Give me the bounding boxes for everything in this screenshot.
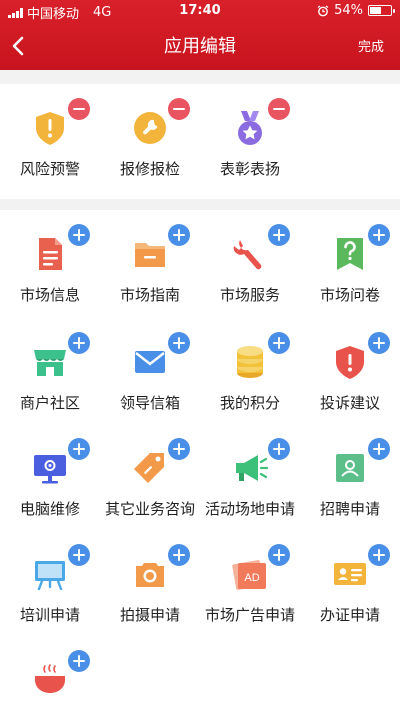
add-app-button[interactable]: [168, 332, 190, 354]
app-header: 中国移动 4G 17:40 54% 应用编辑 完成: [0, 0, 400, 70]
add-app-button[interactable]: [368, 224, 390, 246]
add-app-button[interactable]: [368, 438, 390, 460]
done-button[interactable]: 完成: [358, 36, 384, 55]
app-tile-market-guide[interactable]: 市场指南: [100, 210, 200, 310]
app-tile-leader-mailbox[interactable]: 领导信箱: [100, 318, 200, 418]
app-label: 其它业务咨询: [104, 500, 195, 518]
ad-icon: AD: [230, 554, 270, 594]
back-button[interactable]: [6, 28, 30, 64]
add-app-button[interactable]: [168, 438, 190, 460]
wrench-icon: [130, 108, 170, 148]
bowl-icon: [30, 660, 70, 700]
wrench-icon: [230, 234, 270, 274]
remove-app-button[interactable]: [68, 98, 90, 120]
page-title: 应用编辑: [164, 36, 236, 57]
medal-icon: [230, 108, 270, 148]
add-app-button[interactable]: [68, 438, 90, 460]
alert-shield-icon: [330, 342, 370, 382]
nav-bar: 应用编辑 完成: [0, 26, 400, 66]
add-app-button[interactable]: [168, 544, 190, 566]
chevron-left-icon: [12, 36, 24, 56]
svg-text:AD: AD: [244, 572, 259, 584]
app-label: 表彰表扬: [219, 160, 280, 178]
app-tile-market-service[interactable]: 市场服务: [200, 210, 300, 310]
mail-icon: [130, 342, 170, 382]
document-icon: [30, 234, 70, 274]
app-label: 我的积分: [219, 394, 280, 412]
alarm-icon: [317, 5, 329, 16]
added-apps-section: 风险预警 报修报检 表彰表扬: [0, 84, 400, 199]
app-tile-market-info[interactable]: 市场信息: [0, 210, 100, 310]
remove-app-button[interactable]: [268, 98, 290, 120]
app-tile-repair-report[interactable]: 报修报检: [100, 84, 200, 184]
battery-percent: 54%: [334, 3, 363, 18]
app-label: 培训申请: [19, 606, 80, 624]
app-tile-merchant-community[interactable]: 商户社区: [0, 318, 100, 418]
app-label: 报修报检: [119, 160, 180, 178]
add-app-button[interactable]: [68, 332, 90, 354]
add-app-button[interactable]: [268, 438, 290, 460]
add-app-button[interactable]: [368, 332, 390, 354]
status-bar: 中国移动 4G 17:40 54%: [0, 0, 400, 22]
app-tile-market-ad-apply[interactable]: AD 市场广告申请: [200, 530, 300, 630]
app-tile-computer-repair[interactable]: 电脑维修: [0, 424, 100, 524]
app-tile-training-apply[interactable]: 培训申请: [0, 530, 100, 630]
app-label: 活动场地申请: [204, 500, 295, 518]
app-label: 市场服务: [219, 286, 280, 304]
add-app-button[interactable]: [68, 224, 90, 246]
warning-shield-icon: [30, 108, 70, 148]
app-label: 办证申请: [319, 606, 380, 624]
app-tile-catering[interactable]: [0, 636, 100, 710]
app-label: 领导信箱: [119, 394, 180, 412]
app-tile-recruitment[interactable]: 招聘申请: [300, 424, 400, 524]
add-app-button[interactable]: [268, 544, 290, 566]
resume-icon: [330, 448, 370, 488]
app-tile-venue-apply[interactable]: 活动场地申请: [200, 424, 300, 524]
app-label: 投诉建议: [319, 394, 380, 412]
add-app-button[interactable]: [268, 332, 290, 354]
shop-icon: [30, 342, 70, 382]
battery-icon: [368, 5, 395, 16]
app-tile-my-points[interactable]: 我的积分: [200, 318, 300, 418]
app-tile-shooting-apply[interactable]: 拍摄申请: [100, 530, 200, 630]
megaphone-icon: [230, 448, 270, 488]
app-tile-market-survey[interactable]: 市场问卷: [300, 210, 400, 310]
camera-icon: [130, 554, 170, 594]
add-app-button[interactable]: [168, 224, 190, 246]
tag-icon: [130, 448, 170, 488]
app-label: 市场指南: [119, 286, 180, 304]
app-tile-other-consult[interactable]: 其它业务咨询: [100, 424, 200, 524]
app-label: 风险预警: [19, 160, 80, 178]
training-board-icon: [30, 554, 70, 594]
app-tile-certificate-apply[interactable]: 办证申请: [300, 530, 400, 630]
remove-app-button[interactable]: [168, 98, 190, 120]
app-label: 招聘申请: [319, 500, 380, 518]
app-tile-risk-warning[interactable]: 风险预警: [0, 84, 100, 184]
app-label: 电脑维修: [19, 500, 80, 518]
app-label: 市场问卷: [319, 286, 380, 304]
question-flag-icon: [330, 234, 370, 274]
app-label: 市场广告申请: [204, 606, 295, 624]
add-app-button[interactable]: [368, 544, 390, 566]
available-apps-section: 市场信息 市场指南 市场服务 市场问卷 商户社区 领导信箱 我的积分 投诉建议 …: [0, 210, 400, 710]
app-label: 市场信息: [19, 286, 80, 304]
coins-icon: [230, 342, 270, 382]
folder-icon: [130, 234, 170, 274]
add-app-button[interactable]: [68, 544, 90, 566]
add-app-button[interactable]: [268, 224, 290, 246]
add-app-button[interactable]: [68, 650, 90, 672]
id-card-icon: [330, 554, 370, 594]
app-tile-complaint[interactable]: 投诉建议: [300, 318, 400, 418]
app-label: 商户社区: [19, 394, 80, 412]
app-tile-commendation[interactable]: 表彰表扬: [200, 84, 300, 184]
app-label: 拍摄申请: [119, 606, 180, 624]
computer-icon: [30, 448, 70, 488]
